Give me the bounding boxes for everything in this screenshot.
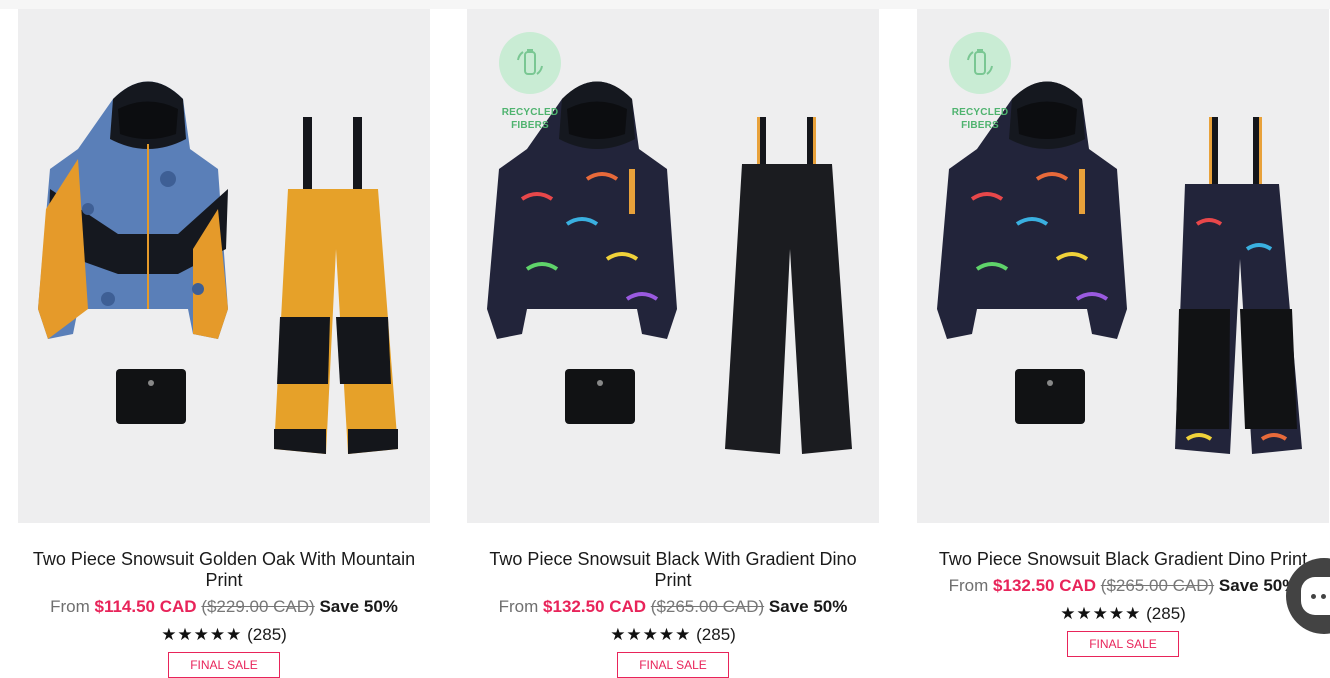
product-image[interactable] [18,9,430,523]
from-label: From [498,597,539,616]
star-rating-icon: ★★★★★ [1060,604,1142,623]
from-label: From [948,576,989,595]
product-image[interactable]: RECYCLED FIBERS [917,9,1329,523]
final-sale-tag: FINAL SALE [1067,631,1179,657]
final-sale-tag: FINAL SALE [168,652,280,678]
from-label: From [50,597,90,616]
neck-warmer-graphic [1015,369,1085,424]
review-count: (285) [1146,604,1186,623]
recycle-bottle-icon [499,32,561,94]
snowsuit-illustration [38,81,398,454]
star-rating-icon: ★★★★★ [610,625,692,644]
price-line: From $114.50 CAD ($229.00 CAD) Save 50% [18,597,430,617]
rating[interactable]: ★★★★★ (285) [467,625,879,645]
original-price: ($265.00 CAD) [1100,576,1215,595]
badge-line-1: RECYCLED [951,107,1009,118]
product-image[interactable]: RECYCLED FIBERS [467,9,879,523]
product-card[interactable]: RECYCLED FIBERS Two Piece Snowsuit Black… [917,9,1329,657]
badge-line-1: RECYCLED [501,107,559,118]
jacket-graphic [38,81,228,339]
original-price: ($265.00 CAD) [650,597,765,616]
recycled-fibers-badge: RECYCLED FIBERS [498,32,562,132]
recycle-bottle-icon [949,32,1011,94]
final-sale-tag: FINAL SALE [617,652,729,678]
rating[interactable]: ★★★★★ (285) [917,604,1329,624]
product-title[interactable]: Two Piece Snowsuit Black Gradient Dino P… [917,549,1329,570]
save-percent: Save 50% [768,597,848,616]
pants-graphic [1175,117,1302,454]
product-card[interactable]: RECYCLED FIBERS Two Piece Snowsuit Black… [467,9,879,678]
save-percent: Save 50% [319,597,398,616]
original-price: ($229.00 CAD) [201,597,315,616]
star-rating-icon: ★★★★★ [161,625,243,644]
price-line: From $132.50 CAD ($265.00 CAD) Save 50% [467,597,879,617]
sale-price: $132.50 CAD [993,576,1097,595]
review-count: (285) [696,625,736,644]
pants-graphic [274,117,398,454]
product-title[interactable]: Two Piece Snowsuit Black With Gradient D… [467,549,879,591]
sale-price: $132.50 CAD [543,597,647,616]
pants-graphic [725,117,852,454]
neck-warmer-graphic [565,369,635,424]
recycled-fibers-badge: RECYCLED FIBERS [948,32,1012,132]
sale-price: $114.50 CAD [94,597,197,616]
top-bar [0,0,1330,9]
chat-icon [1301,577,1330,615]
badge-line-2: FIBERS [511,120,549,131]
product-title[interactable]: Two Piece Snowsuit Golden Oak With Mount… [18,549,430,591]
neck-warmer-graphic [116,369,186,424]
rating[interactable]: ★★★★★ (285) [18,625,430,645]
product-card[interactable]: Two Piece Snowsuit Golden Oak With Mount… [18,9,430,678]
review-count: (285) [247,625,287,644]
badge-line-2: FIBERS [961,120,999,131]
price-line: From $132.50 CAD ($265.00 CAD) Save 50% [917,576,1329,596]
